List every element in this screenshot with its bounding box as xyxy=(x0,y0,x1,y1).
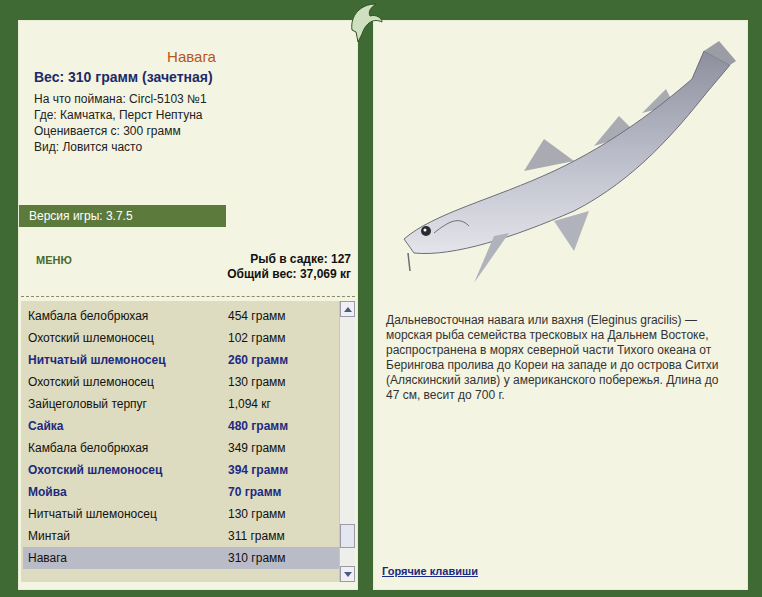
fish-detail: Оценивается с: 300 грамм xyxy=(34,123,349,139)
catch-row[interactable]: Камбала белобрюхая349 грамм xyxy=(23,437,339,459)
catch-row[interactable]: Зайцеголовый терпуг1,094 кг xyxy=(23,393,339,415)
fish-description: Дальневосточная навага или вахня (Elegin… xyxy=(374,313,736,403)
scrollbar[interactable] xyxy=(339,301,355,582)
catch-name: Камбала белобрюхая xyxy=(28,307,228,325)
catch-weight: 310 грамм xyxy=(228,549,286,567)
version-bar: Версия игры: 3.7.5 xyxy=(19,205,226,227)
catch-row[interactable]: Сайка480 грамм xyxy=(23,415,339,437)
fish-info: НавагаВес: 310 грамм (зачетная) На что по… xyxy=(19,21,357,205)
arrow-down-icon xyxy=(344,572,352,577)
catch-name: Минтай xyxy=(28,527,228,545)
fish-title: Навага xyxy=(34,47,349,67)
catch-weight: 454 грамм xyxy=(228,307,286,325)
catch-row[interactable]: Нитчатый шлемоносец130 грамм xyxy=(23,503,339,525)
hotkeys-link[interactable]: Горячие клавиши xyxy=(374,563,747,590)
catch-weight: 480 грамм xyxy=(228,417,288,435)
menu-row: МЕНЮ Рыб в садке: 127Общий вес: 37,069 кг xyxy=(19,227,357,296)
scroll-thumb[interactable] xyxy=(340,524,355,548)
catch-row[interactable]: Нитчатый шлемоносец260 грамм xyxy=(23,349,339,371)
catch-name: Охотский шлемоносец xyxy=(28,329,228,347)
catch-name: Камбала белобрюхая xyxy=(28,439,228,457)
right-panel: Дальневосточная навага или вахня (Elegin… xyxy=(373,20,748,590)
catch-weight: 130 грамм xyxy=(228,373,286,391)
fish-picture xyxy=(374,21,749,311)
catch-name: Навага xyxy=(28,549,228,567)
stat-line: Общий вес: 37,069 кг xyxy=(227,267,351,282)
scroll-track[interactable] xyxy=(340,317,355,566)
catch-name: Мойва xyxy=(28,483,228,501)
catch-row[interactable]: Навага310 грамм xyxy=(23,547,339,569)
catch-name: Нитчатый шлемоносец xyxy=(28,351,228,369)
catch-name: Нитчатый шлемоносец xyxy=(28,505,228,523)
catch-name: Сайка xyxy=(28,417,228,435)
catch-weight: 349 грамм xyxy=(228,439,286,457)
catch-weight: 102 грамм xyxy=(228,329,286,347)
scroll-down-button[interactable] xyxy=(340,566,355,582)
fish-detail: На что поймана: Circl-5103 №1 xyxy=(34,91,349,107)
fish-detail: Вид: Ловится часто xyxy=(34,139,349,155)
fish-detail: Где: Камчатка, Перст Нептуна xyxy=(34,107,349,123)
fish-image xyxy=(374,21,747,313)
catch-row[interactable]: Охотский шлемоносец130 грамм xyxy=(23,371,339,393)
catch-row[interactable]: Минтай311 грамм xyxy=(23,525,339,547)
separator xyxy=(21,296,355,297)
catch-name: Охотский шлемоносец xyxy=(28,373,228,391)
catch-weight: 130 грамм xyxy=(228,505,286,523)
arrow-up-icon xyxy=(344,307,352,312)
catch-weight: 260 грамм xyxy=(228,351,288,369)
catch-weight: 1,094 кг xyxy=(228,395,271,413)
stat-line: Рыб в садке: 127 xyxy=(227,252,351,267)
catch-row[interactable]: Камбала белобрюхая454 грамм xyxy=(23,305,339,327)
dolphin-logo-icon xyxy=(346,0,386,44)
catch-weight: 70 грамм xyxy=(228,483,281,501)
catch-weight: 311 грамм xyxy=(228,527,285,545)
menu-button[interactable]: МЕНЮ xyxy=(25,252,72,283)
catch-row[interactable]: Охотский шлемоносец102 грамм xyxy=(23,327,339,349)
catch-row[interactable]: Мойва70 грамм xyxy=(23,481,339,503)
scroll-up-button[interactable] xyxy=(340,301,355,317)
game-window: НавагаВес: 310 грамм (зачетная)На что по… xyxy=(0,0,762,597)
catch-row[interactable]: Охотский шлемоносец394 грамм xyxy=(23,459,339,481)
catch-name: Охотский шлемоносец xyxy=(28,461,228,479)
catch-name: Зайцеголовый терпуг xyxy=(28,395,228,413)
catch-weight: 394 грамм xyxy=(228,461,288,479)
left-panel: НавагаВес: 310 грамм (зачетная)На что по… xyxy=(18,20,358,590)
fish-weight: Вес: 310 грамм (зачетная) xyxy=(34,67,349,87)
catch-list: Камбала белобрюхая454 граммОхотский шлем… xyxy=(21,301,355,582)
